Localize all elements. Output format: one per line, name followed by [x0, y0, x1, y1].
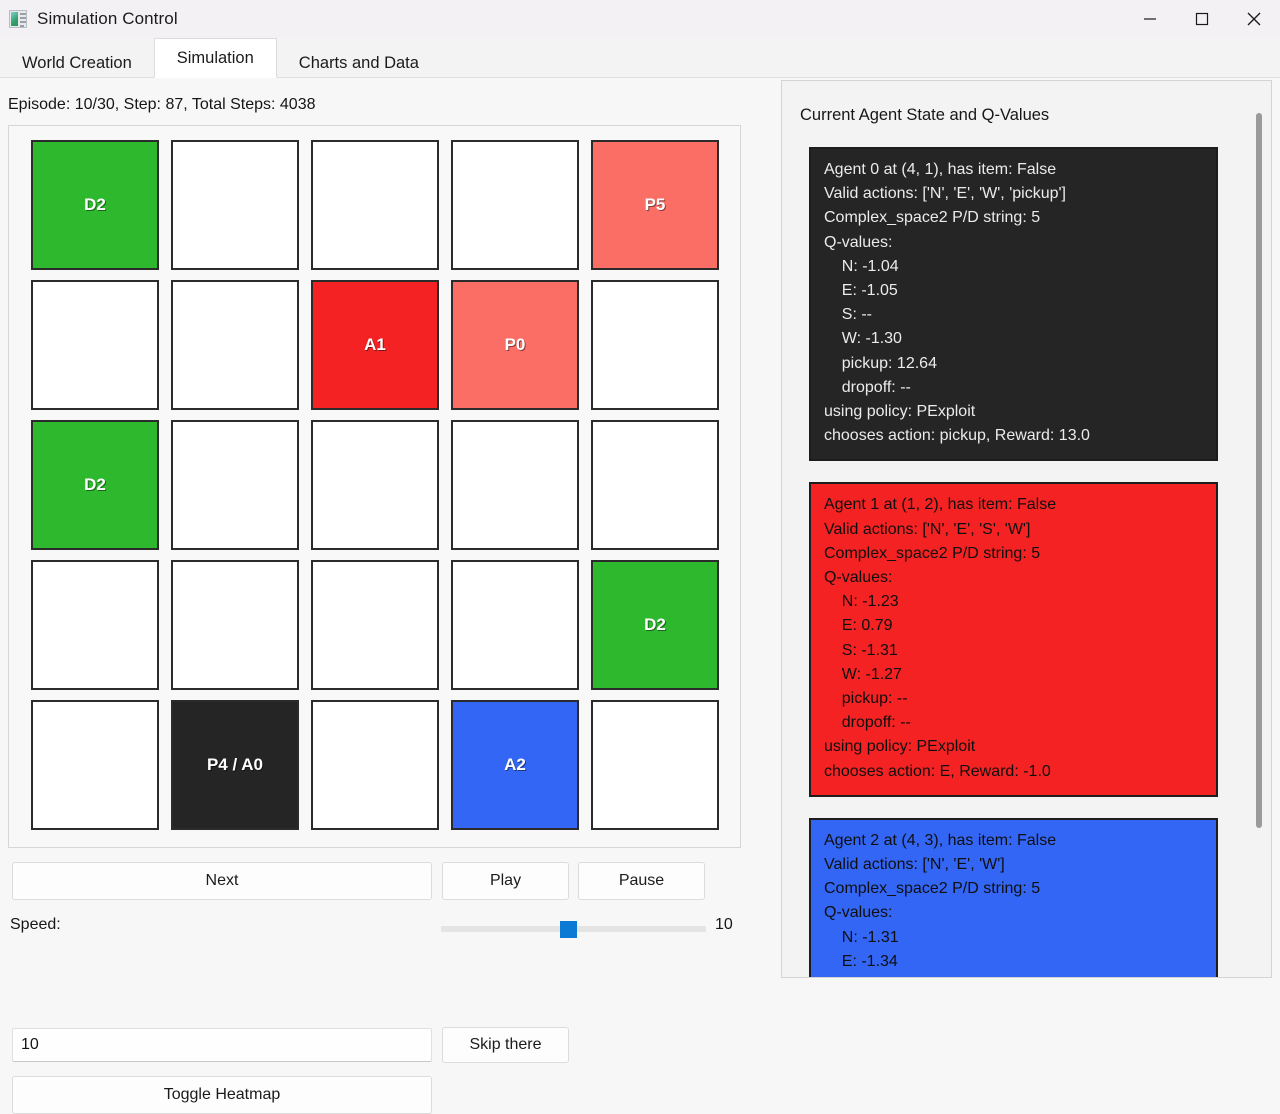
- play-button[interactable]: Play: [442, 862, 569, 900]
- grid-cell-empty[interactable]: [451, 140, 579, 270]
- agent-card-list: Agent 0 at (4, 1), has item: False Valid…: [809, 147, 1218, 977]
- grid-cell-empty[interactable]: [451, 560, 579, 690]
- skip-there-button[interactable]: Skip there: [442, 1027, 569, 1063]
- grid-cell-empty[interactable]: [311, 700, 439, 830]
- window-controls: [1124, 0, 1280, 38]
- grid-cell-empty[interactable]: [31, 560, 159, 690]
- grid-cell-empty[interactable]: [311, 420, 439, 550]
- maximize-icon[interactable]: [1176, 0, 1228, 38]
- grid-cell[interactable]: D2: [31, 140, 159, 270]
- grid-cell[interactable]: A2: [451, 700, 579, 830]
- agent-card: Agent 2 at (4, 3), has item: False Valid…: [809, 817, 1218, 977]
- grid-cell-empty[interactable]: [171, 280, 299, 410]
- next-button[interactable]: Next: [12, 862, 432, 900]
- agent-card: Agent 0 at (4, 1), has item: False Valid…: [809, 147, 1218, 462]
- simulation-tab-content: Episode: 10/30, Step: 87, Total Steps: 4…: [0, 78, 1280, 1114]
- grid-cell[interactable]: A1: [311, 280, 439, 410]
- world-grid: D2 P5 A1 P0 D2 D2 P4 / A0 A2: [31, 140, 719, 830]
- status-line: Episode: 10/30, Step: 87, Total Steps: 4…: [8, 96, 316, 113]
- tab-charts-and-data[interactable]: Charts and Data: [277, 45, 441, 81]
- grid-cell[interactable]: D2: [31, 420, 159, 550]
- grid-cell[interactable]: P5: [591, 140, 719, 270]
- tab-world-creation[interactable]: World Creation: [0, 45, 154, 81]
- close-icon[interactable]: [1228, 0, 1280, 38]
- toggle-heatmap-button[interactable]: Toggle Heatmap: [12, 1076, 432, 1114]
- agent-state-panel-title: Current Agent State and Q-Values: [800, 106, 1050, 124]
- grid-cell-empty[interactable]: [591, 700, 719, 830]
- grid-cell-empty[interactable]: [311, 560, 439, 690]
- tab-bar: World Creation Simulation Charts and Dat…: [0, 38, 1280, 78]
- agent-card: Agent 1 at (1, 2), has item: False Valid…: [809, 482, 1218, 797]
- agent-panel-scrollbar-thumb[interactable]: [1256, 113, 1262, 828]
- grid-cell-empty[interactable]: [311, 140, 439, 270]
- speed-slider-value: 10: [715, 916, 733, 933]
- grid-cell-empty[interactable]: [31, 700, 159, 830]
- pause-button[interactable]: Pause: [578, 862, 705, 900]
- grid-cell[interactable]: P0: [451, 280, 579, 410]
- window-title: Simulation Control: [37, 9, 178, 28]
- app-window-chart-icon: [9, 10, 27, 28]
- grid-cell-empty[interactable]: [591, 420, 719, 550]
- tab-simulation[interactable]: Simulation: [153, 38, 277, 78]
- minimize-icon[interactable]: [1124, 0, 1176, 38]
- speed-slider-thumb[interactable]: [560, 921, 577, 938]
- speed-label: Speed:: [10, 916, 61, 933]
- title-bar: Simulation Control: [0, 0, 1280, 38]
- grid-cell[interactable]: D2: [591, 560, 719, 690]
- skip-to-step-input[interactable]: [12, 1028, 432, 1062]
- agent-state-panel: Current Agent State and Q-Values Agent 0…: [781, 80, 1272, 978]
- grid-cell-empty[interactable]: [171, 420, 299, 550]
- grid-cell-empty[interactable]: [171, 140, 299, 270]
- agent-panel-scrollbar[interactable]: [1253, 101, 1265, 961]
- grid-cell-empty[interactable]: [31, 280, 159, 410]
- grid-cell[interactable]: P4 / A0: [171, 700, 299, 830]
- speed-slider[interactable]: [441, 917, 706, 941]
- grid-cell-empty[interactable]: [451, 420, 579, 550]
- grid-cell-empty[interactable]: [171, 560, 299, 690]
- grid-cell-empty[interactable]: [591, 280, 719, 410]
- world-grid-panel: D2 P5 A1 P0 D2 D2 P4 / A0 A2: [8, 125, 741, 848]
